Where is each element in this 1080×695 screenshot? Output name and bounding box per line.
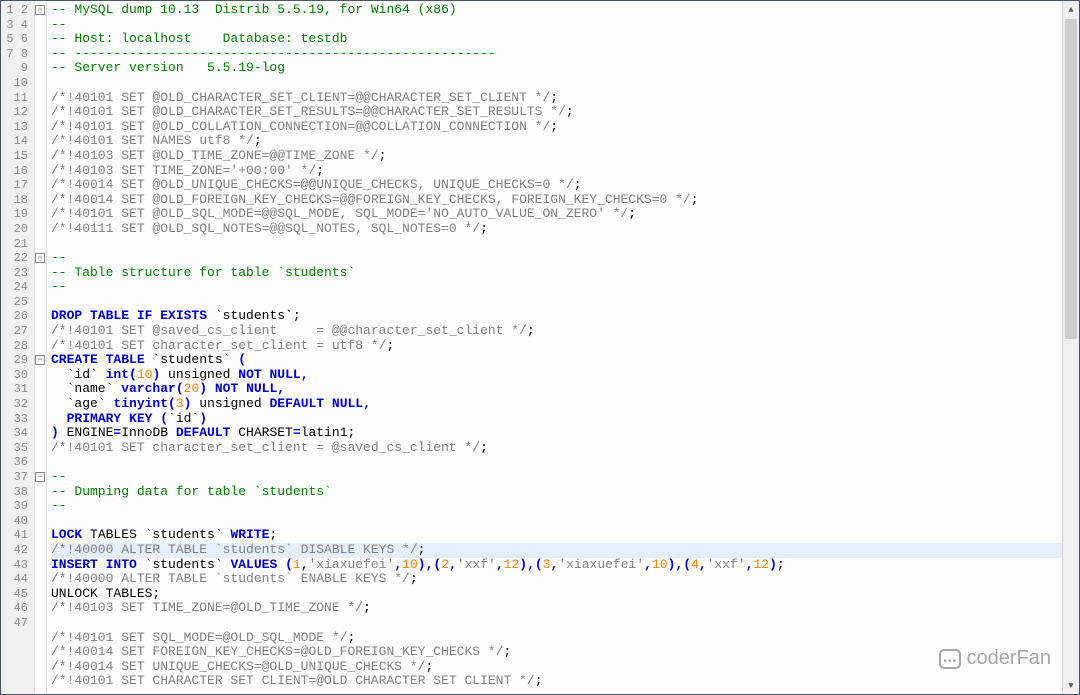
code-line[interactable]: /*!40103 SET TIME_ZONE='+00:00' */; [51,164,1062,179]
vertical-scrollbar[interactable]: ▲ ▼ [1062,1,1079,694]
code-line[interactable] [51,455,1062,470]
code-line[interactable]: ) ENGINE=InnoDB DEFAULT CHARSET=latin1; [51,426,1062,441]
code-line[interactable]: /*!40101 SET @saved_cs_client = @@charac… [51,324,1062,339]
code-area[interactable]: -- MySQL dump 10.13 Distrib 5.5.19, for … [47,1,1062,694]
code-line[interactable]: UNLOCK TABLES; [51,587,1062,602]
code-line[interactable]: /*!40103 SET @OLD_TIME_ZONE=@@TIME_ZONE … [51,149,1062,164]
code-line[interactable]: /*!40014 SET @OLD_UNIQUE_CHECKS=@@UNIQUE… [51,178,1062,193]
code-line[interactable]: /*!40101 SET NAMES utf8 */; [51,134,1062,149]
code-line[interactable]: /*!40014 SET @OLD_FOREIGN_KEY_CHECKS=@@F… [51,193,1062,208]
code-line[interactable]: -- [51,280,1062,295]
code-line[interactable]: /*!40101 SET @OLD_CHARACTER_SET_CLIENT=@… [51,91,1062,106]
code-line[interactable]: /*!40014 SET FOREIGN_KEY_CHECKS=@OLD_FOR… [51,645,1062,660]
code-line[interactable]: `age` tinyint(3) unsigned DEFAULT NULL, [51,397,1062,412]
fold-toggle[interactable]: − [35,472,45,482]
code-line[interactable] [51,76,1062,91]
scroll-thumb[interactable] [1065,19,1077,339]
code-line[interactable]: -- Host: localhost Database: testdb [51,32,1062,47]
code-line[interactable]: CREATE TABLE `students` ( [51,353,1062,368]
code-line[interactable]: /*!40000 ALTER TABLE `students` ENABLE K… [51,572,1062,587]
code-line[interactable]: INSERT INTO `students` VALUES (1,'xiaxue… [51,558,1062,573]
code-line[interactable]: -- MySQL dump 10.13 Distrib 5.5.19, for … [51,3,1062,18]
code-line[interactable]: `id` int(10) unsigned NOT NULL, [51,368,1062,383]
code-line[interactable]: LOCK TABLES `students` WRITE; [51,528,1062,543]
code-line[interactable]: /*!40101 SET @OLD_CHARACTER_SET_RESULTS=… [51,105,1062,120]
code-line[interactable]: /*!40101 SET character_set_client = utf8… [51,339,1062,354]
code-line[interactable] [51,295,1062,310]
fold-toggle[interactable]: − [35,253,45,263]
code-line[interactable] [51,237,1062,252]
fold-toggle[interactable]: − [35,5,45,15]
scroll-down-button[interactable]: ▼ [1063,677,1079,694]
code-line[interactable]: /*!40103 SET TIME_ZONE=@OLD_TIME_ZONE */… [51,601,1062,616]
code-line[interactable]: /*!40014 SET UNIQUE_CHECKS=@OLD_UNIQUE_C… [51,660,1062,675]
code-line[interactable]: -- [51,499,1062,514]
code-line[interactable]: -- Table structure for table `students` [51,266,1062,281]
code-line[interactable]: /*!40101 SET SQL_MODE=@OLD_SQL_MODE */; [51,631,1062,646]
code-line[interactable]: -- [51,18,1062,33]
code-line[interactable]: /*!40101 SET CHARACTER SET CLIENT=@OLD C… [51,674,1062,689]
code-line[interactable]: `name` varchar(20) NOT NULL, [51,382,1062,397]
code-line[interactable]: -- [51,251,1062,266]
code-line[interactable] [51,514,1062,529]
code-line[interactable]: -- Dumping data for table `students` [51,485,1062,500]
code-line[interactable]: -- -------------------------------------… [51,47,1062,62]
code-line[interactable]: -- [51,470,1062,485]
code-line[interactable]: /*!40101 SET @OLD_SQL_MODE=@@SQL_MODE, S… [51,207,1062,222]
code-line[interactable]: /*!40111 SET @OLD_SQL_NOTES=@@SQL_NOTES,… [51,222,1062,237]
fold-toggle[interactable]: − [35,355,45,365]
code-line[interactable]: DROP TABLE IF EXISTS `students`; [51,309,1062,324]
code-line[interactable]: -- Server version 5.5.19-log [51,61,1062,76]
code-editor[interactable]: 1 2 3 4 5 6 7 8 9 10 11 12 13 14 15 16 1… [0,0,1080,695]
scroll-up-button[interactable]: ▲ [1063,1,1079,18]
code-line[interactable]: /*!40101 SET character_set_client = @sav… [51,441,1062,456]
code-line[interactable] [51,616,1062,631]
code-line[interactable]: /*!40000 ALTER TABLE `students` DISABLE … [51,543,1062,558]
line-number-gutter: 1 2 3 4 5 6 7 8 9 10 11 12 13 14 15 16 1… [1,1,35,694]
code-line[interactable]: /*!40101 SET @OLD_COLLATION_CONNECTION=@… [51,120,1062,135]
fold-column[interactable]: − − − − [35,1,47,694]
code-line[interactable]: PRIMARY KEY (`id`) [51,412,1062,427]
